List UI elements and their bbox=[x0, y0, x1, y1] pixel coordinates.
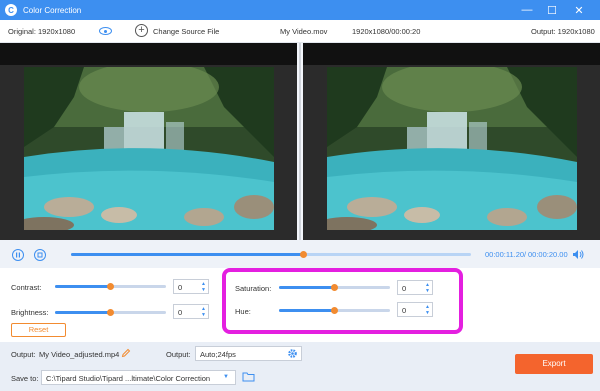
plus-icon[interactable]: + bbox=[135, 24, 148, 37]
waterfall-image bbox=[24, 67, 274, 230]
contrast-stepper[interactable]: 0 ▲ ▼ bbox=[173, 279, 209, 294]
save-path-field[interactable]: C:\Tipard Studio\Tipard ...ltimate\Color… bbox=[41, 370, 236, 385]
close-button[interactable]: ✕ bbox=[568, 0, 590, 20]
original-preview bbox=[0, 43, 297, 240]
waterfall-image bbox=[327, 67, 577, 230]
brightness-label: Brightness: bbox=[11, 308, 49, 317]
contrast-fill bbox=[55, 285, 111, 288]
preview-top-band bbox=[0, 43, 297, 65]
reset-button[interactable]: Reset bbox=[11, 323, 66, 337]
source-meta: 1920x1080/00:00:20 bbox=[352, 27, 421, 36]
save-to-label: Save to: bbox=[11, 374, 39, 383]
stepper-down-icon[interactable]: ▼ bbox=[201, 312, 206, 318]
output-resolution: Output: 1920x1080 bbox=[531, 27, 595, 36]
eye-icon[interactable] bbox=[99, 27, 112, 35]
highlight-box bbox=[222, 268, 463, 334]
pause-icon bbox=[16, 252, 20, 258]
brightness-handle[interactable] bbox=[107, 309, 114, 316]
contrast-handle[interactable] bbox=[107, 283, 114, 290]
maximize-button[interactable]: ☐ bbox=[541, 0, 563, 20]
stepper-down-icon[interactable]: ▼ bbox=[201, 287, 206, 293]
timeline-progress bbox=[71, 253, 303, 256]
edit-icon[interactable] bbox=[121, 348, 131, 358]
contrast-label: Contrast: bbox=[11, 283, 42, 292]
current-time: 00:00:11.20 bbox=[485, 250, 525, 259]
timeline-slider[interactable] bbox=[71, 251, 471, 258]
app-logo-icon: C bbox=[5, 4, 17, 16]
gear-icon[interactable] bbox=[287, 348, 298, 359]
contrast-slider[interactable] bbox=[55, 283, 166, 290]
original-resolution: Original: 1920x1080 bbox=[8, 27, 76, 36]
brightness-value: 0 bbox=[178, 308, 183, 317]
window-title: Color Correction bbox=[23, 5, 82, 15]
format-label: Output: bbox=[166, 350, 191, 359]
save-path-value: C:\Tipard Studio\Tipard ...ltimate\Color… bbox=[46, 374, 211, 383]
time-separator: / bbox=[524, 250, 527, 259]
info-bar: Original: 1920x1080 + Change Source File… bbox=[0, 20, 600, 43]
stop-button[interactable] bbox=[34, 249, 46, 261]
preview-top-band bbox=[303, 43, 600, 65]
timeline-handle[interactable] bbox=[299, 251, 307, 258]
format-value: Auto;24fps bbox=[200, 350, 236, 359]
folder-icon[interactable] bbox=[242, 371, 255, 382]
volume-icon[interactable] bbox=[572, 249, 584, 260]
contrast-value: 0 bbox=[178, 283, 183, 292]
brightness-fill bbox=[55, 311, 111, 314]
preview-divider[interactable] bbox=[299, 43, 301, 240]
chevron-down-icon[interactable]: ▼ bbox=[218, 371, 234, 384]
export-button[interactable]: Export bbox=[515, 354, 593, 374]
title-bar: C Color Correction bbox=[0, 0, 600, 20]
format-selector[interactable]: Auto;24fps bbox=[195, 346, 302, 361]
total-time: 00:00:20.00 bbox=[528, 250, 568, 259]
output-label: Output: bbox=[11, 350, 36, 359]
output-preview bbox=[303, 43, 600, 240]
pause-button[interactable] bbox=[12, 249, 24, 261]
minimize-button[interactable]: — bbox=[516, 0, 538, 20]
brightness-slider[interactable] bbox=[55, 309, 166, 316]
source-filename: My Video.mov bbox=[280, 27, 328, 36]
change-source-button[interactable]: Change Source File bbox=[153, 27, 219, 36]
output-filename: My Video_adjusted.mp4 bbox=[39, 350, 120, 359]
brightness-stepper[interactable]: 0 ▲ ▼ bbox=[173, 304, 209, 319]
stop-icon bbox=[37, 252, 43, 258]
